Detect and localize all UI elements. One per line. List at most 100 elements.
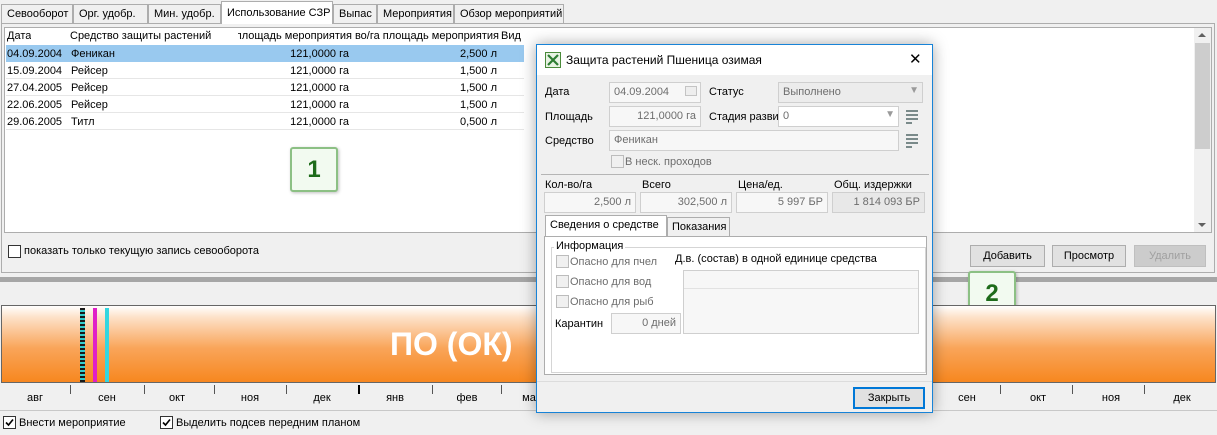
row-product: Рейсер xyxy=(71,82,108,94)
callout-one: 1 xyxy=(290,147,338,192)
divider xyxy=(541,174,929,175)
total-field[interactable]: 302,500 л xyxy=(640,192,732,213)
chevron-down-icon: ▼ xyxy=(909,85,919,96)
dialog-title: Защита растений Пшеница озимая xyxy=(566,53,762,67)
tab-grazing[interactable]: Выпас xyxy=(333,4,377,23)
scrollbar-thumb[interactable] xyxy=(1195,43,1210,149)
close-button[interactable]: Закрыть xyxy=(853,387,925,409)
view-button[interactable]: Просмотр xyxy=(1052,245,1126,267)
checkmark-icon xyxy=(5,418,14,427)
show-current-label: показать только текущую запись севооборо… xyxy=(24,245,259,257)
month-label: окт xyxy=(1029,392,1047,404)
row-date: 27.04.2005 xyxy=(7,82,63,94)
table-vertical-scrollbar[interactable] xyxy=(1194,28,1211,232)
product-field[interactable]: Феникан xyxy=(609,130,899,151)
qty-label: Кол-во/га xyxy=(545,179,593,191)
multi-pass-checkbox[interactable] xyxy=(611,155,624,168)
show-current-checkbox[interactable] xyxy=(8,245,21,258)
water-label: Опасно для вод xyxy=(570,276,652,288)
timeline-marker-selected[interactable] xyxy=(80,308,85,382)
calendar-icon[interactable] xyxy=(685,86,697,96)
tab-plant-protection[interactable]: Использование СЗР xyxy=(221,1,333,24)
checkmark-icon xyxy=(162,418,171,427)
month-label: ноя xyxy=(1101,392,1121,404)
month-label: дек xyxy=(313,392,331,404)
tab-readings[interactable]: Показания xyxy=(667,217,730,237)
bees-checkbox[interactable] xyxy=(556,255,569,268)
enter-measure-label: Внести мероприятие xyxy=(19,417,126,429)
status-label: Статус xyxy=(709,86,744,98)
scroll-up-arrow-icon[interactable] xyxy=(1198,33,1206,37)
price-field[interactable]: 5 997 БР xyxy=(736,192,828,213)
active-ingredient-list[interactable] xyxy=(683,270,919,334)
row-qty: 0,500 л xyxy=(459,116,497,128)
cost-label: Общ. издержки xyxy=(834,179,912,191)
row-area: 121,0000 га xyxy=(290,99,349,111)
tab-content: Информация Опасно для пчел Опасно для во… xyxy=(544,236,927,375)
table-row[interactable]: 27.04.2005 Рейсер 121,0000 га 1,500 л xyxy=(6,79,524,96)
stage-value: 0 xyxy=(783,110,790,122)
area-label: Площадь xyxy=(545,111,593,123)
enter-measure-checkbox[interactable] xyxy=(3,416,16,429)
row-qty: 1,500 л xyxy=(459,65,497,77)
tab-measures[interactable]: Мероприятия xyxy=(377,4,454,23)
month-label: дек xyxy=(1173,392,1191,404)
highlight-checkbox[interactable] xyxy=(160,416,173,429)
status-select[interactable]: Выполнено ▼ xyxy=(778,82,923,103)
quarantine-field[interactable]: 0 дней xyxy=(611,313,681,334)
table-row[interactable]: 15.09.2004 Рейсер 121,0000 га 1,500 л xyxy=(6,62,524,79)
column-header-qty[interactable]: во/га площадь мероприятия xyxy=(353,30,499,42)
list-picker-icon[interactable] xyxy=(904,132,920,148)
column-header-product[interactable]: Средство защиты растений xyxy=(70,30,211,42)
status-value: Выполнено xyxy=(783,86,841,98)
price-label: Цена/ед. xyxy=(738,179,783,191)
tab-crop-rotation[interactable]: Севооборот xyxy=(1,4,73,23)
chevron-down-icon: ▼ xyxy=(885,109,895,120)
tab-mineral-fertilizer[interactable]: Мин. удобр. xyxy=(148,4,221,23)
row-product: Феникан xyxy=(71,48,115,60)
column-header-type[interactable]: Вид xyxy=(501,30,521,42)
list-picker-icon[interactable] xyxy=(904,108,920,124)
dialog-title-bar[interactable]: Защита растений Пшеница озимая ✕ xyxy=(537,45,932,75)
row-date: 04.09.2004 xyxy=(7,48,63,60)
timeline-marker[interactable] xyxy=(93,308,97,382)
active-ingredient-label: Д.в. (состав) в одной единице средства xyxy=(675,253,877,265)
area-field[interactable]: 121,0000 га xyxy=(609,106,701,127)
row-area: 121,0000 га xyxy=(290,48,349,60)
tab-product-info[interactable]: Сведения о средстве xyxy=(545,215,667,237)
row-date: 29.06.2005 xyxy=(7,116,63,128)
column-header-date[interactable]: Дата xyxy=(7,30,31,42)
row-product: Рейсер xyxy=(71,99,108,111)
plant-protection-dialog[interactable]: Защита растений Пшеница озимая ✕ Дата 04… xyxy=(536,44,933,413)
row-date: 15.09.2004 xyxy=(7,65,63,77)
fish-label: Опасно для рыб xyxy=(570,296,654,308)
add-button[interactable]: Добавить xyxy=(970,245,1045,267)
stage-select[interactable]: 0 ▼ xyxy=(778,106,899,127)
product-label: Средство xyxy=(545,135,594,147)
month-label: авг xyxy=(27,392,43,404)
month-label: сен xyxy=(958,392,976,404)
row-product: Рейсер xyxy=(71,65,108,77)
month-label: окт xyxy=(168,392,186,404)
multi-pass-label: В неск. проходов xyxy=(625,156,712,168)
close-icon[interactable]: ✕ xyxy=(909,50,922,68)
tab-organic-fertilizer[interactable]: Орг. удобр. xyxy=(73,4,148,23)
row-product: Титл xyxy=(71,116,95,128)
scroll-down-arrow-icon[interactable] xyxy=(1198,223,1206,227)
row-qty: 2,500 л xyxy=(459,48,497,60)
table-row[interactable]: 29.06.2005 Титл 121,0000 га 0,500 л xyxy=(6,113,524,130)
tab-measures-overview[interactable]: Обзор мероприятий xyxy=(454,4,564,23)
water-checkbox[interactable] xyxy=(556,275,569,288)
row-area: 121,0000 га xyxy=(290,65,349,77)
quarantine-label: Карантин xyxy=(555,318,604,330)
column-header-area[interactable]: площадь мероприятия xyxy=(238,30,352,42)
timeline-phase-label: ПО (ОК) xyxy=(390,326,513,362)
delete-button[interactable]: Удалить xyxy=(1134,245,1206,267)
timeline-marker[interactable] xyxy=(105,308,109,382)
qty-field[interactable]: 2,500 л xyxy=(544,192,636,213)
table-row[interactable]: 22.06.2005 Рейсер 121,0000 га 1,500 л xyxy=(6,96,524,113)
footer-divider xyxy=(537,381,932,382)
fish-checkbox[interactable] xyxy=(556,295,569,308)
row-qty: 1,500 л xyxy=(459,99,497,111)
table-row[interactable]: 04.09.2004 Феникан 121,0000 га 2,500 л xyxy=(6,45,524,62)
